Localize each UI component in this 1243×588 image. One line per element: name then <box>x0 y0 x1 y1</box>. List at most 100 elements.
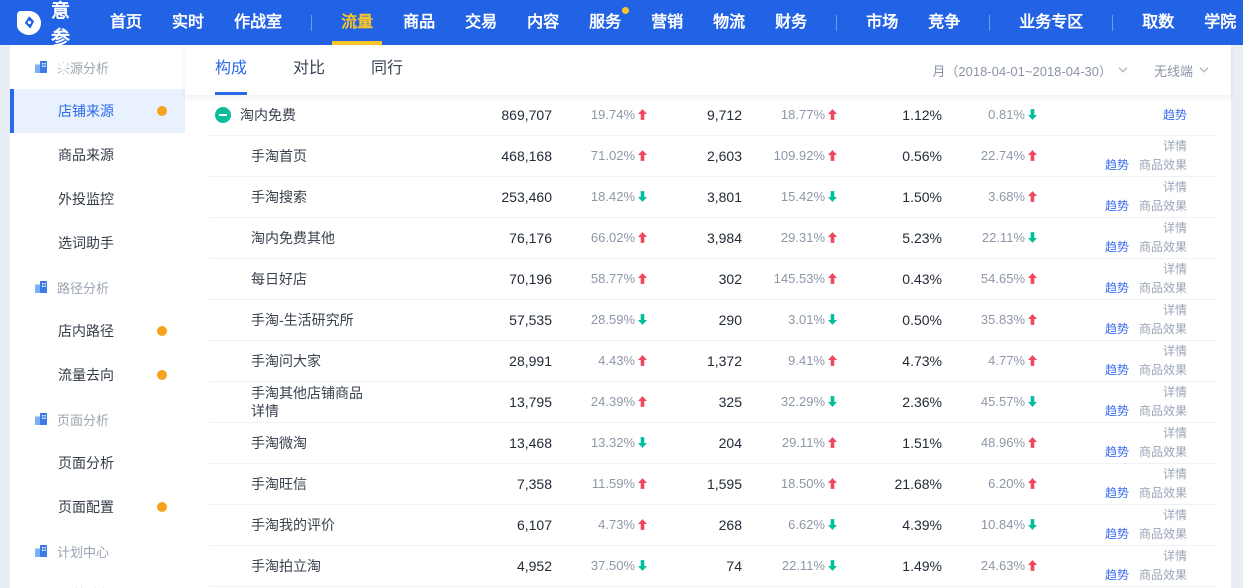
detail-link[interactable]: 详情 <box>1163 385 1187 399</box>
product_effect-link[interactable]: 商品效果 <box>1139 525 1187 544</box>
sidebar-item[interactable]: 商品来源 <box>10 133 185 177</box>
arrow-up-icon <box>828 272 837 287</box>
nav-item[interactable]: 财务 <box>775 0 807 45</box>
arrow-up-icon <box>828 149 837 164</box>
conversion-rate: 1.49% <box>837 558 942 574</box>
tab[interactable]: 构成 <box>215 45 247 95</box>
detail-link[interactable]: 详情 <box>1163 426 1187 440</box>
conversion-rate: 4.39% <box>837 517 942 533</box>
buyers-count: 3,801 <box>647 189 742 205</box>
filters: 月（2018-04-01~2018-04-30） 无线端 <box>932 61 1231 80</box>
sidebar-list: 来源分析店铺来源商品来源外投监控选词助手路径分析店内路径流量去向页面分析页面分析… <box>10 45 185 588</box>
source-name-cell: 手淘微淘 <box>215 434 437 452</box>
nav-item[interactable]: 竞争 <box>928 0 960 45</box>
arrow-up-icon <box>828 477 837 492</box>
change-value: 37.50% <box>591 558 635 573</box>
product_effect-link[interactable]: 商品效果 <box>1139 156 1187 175</box>
trend-link[interactable]: 趋势 <box>1105 361 1129 380</box>
detail-link[interactable]: 详情 <box>1163 508 1187 522</box>
actions-line-1: 详情 <box>1037 342 1187 361</box>
sidebar-item[interactable]: 页面分析 <box>10 441 185 485</box>
trend-link[interactable]: 趋势 <box>1105 525 1129 544</box>
nav-item[interactable]: 营销 <box>651 0 683 45</box>
change-value: 22.11% <box>782 558 825 573</box>
actions-line-2: 趋势商品效果 <box>1037 566 1187 585</box>
date-range-label: 月（2018-04-01~2018-04-30） <box>932 61 1112 80</box>
brand[interactable]: 生意参谋 <box>16 0 71 77</box>
trend-link[interactable]: 趋势 <box>1105 238 1129 257</box>
source-name: 每日好店 <box>251 270 307 288</box>
collapse-toggle-icon[interactable] <box>215 107 231 123</box>
product_effect-link[interactable]: 商品效果 <box>1139 320 1187 339</box>
nav-item[interactable]: 取数 <box>1142 0 1174 45</box>
sidebar-item[interactable]: 店铺来源 <box>10 89 185 133</box>
product_effect-link[interactable]: 商品效果 <box>1139 566 1187 585</box>
product_effect-link[interactable]: 商品效果 <box>1139 279 1187 298</box>
nav-item[interactable]: 业务专区 <box>1019 0 1083 45</box>
trend-link[interactable]: 趋势 <box>1105 197 1129 216</box>
terminal-selector[interactable]: 无线端 <box>1154 61 1209 80</box>
arrow-up-icon <box>1028 313 1037 328</box>
nav-item[interactable]: 物流 <box>713 0 745 45</box>
nav-item[interactable]: 服务 <box>589 0 621 45</box>
date-range-selector[interactable]: 月（2018-04-01~2018-04-30） <box>932 61 1128 80</box>
actions-line-2: 趋势商品效果 <box>1037 238 1187 257</box>
detail-link[interactable]: 详情 <box>1163 262 1187 276</box>
sidebar-item-label: 页面配置 <box>58 499 114 515</box>
nav-item-label: 物流 <box>713 14 745 31</box>
detail-link[interactable]: 详情 <box>1163 303 1187 317</box>
detail-link[interactable]: 详情 <box>1163 467 1187 481</box>
sidebar-item[interactable]: 外投监控 <box>10 177 185 221</box>
change-percent: 32.29% <box>742 394 837 410</box>
source-name: 手淘-生活研究所 <box>251 311 354 329</box>
trend-link[interactable]: 趋势 <box>1105 279 1129 298</box>
source-name: 手淘拍立淘 <box>251 557 321 575</box>
nav-item[interactable]: 实时 <box>172 0 204 45</box>
change-percent: 22.74% <box>942 148 1037 164</box>
conversion-rate: 4.73% <box>837 353 942 369</box>
trend-link[interactable]: 趋势 <box>1163 108 1187 122</box>
nav-item[interactable]: 学院 <box>1204 0 1236 45</box>
product_effect-link[interactable]: 商品效果 <box>1139 443 1187 462</box>
actions-line-1: 详情 <box>1037 547 1187 566</box>
sidebar-item[interactable]: 页面配置 <box>10 485 185 529</box>
detail-link[interactable]: 详情 <box>1163 221 1187 235</box>
trend-link[interactable]: 趋势 <box>1105 484 1129 503</box>
product_effect-link[interactable]: 商品效果 <box>1139 484 1187 503</box>
tab[interactable]: 同行 <box>371 45 403 95</box>
detail-link[interactable]: 详情 <box>1163 549 1187 563</box>
detail-link[interactable]: 详情 <box>1163 344 1187 358</box>
nav-item[interactable]: 交易 <box>465 0 497 45</box>
nav-item[interactable]: 商品 <box>403 0 435 45</box>
detail-link[interactable]: 详情 <box>1163 139 1187 153</box>
nav-item[interactable]: 首页 <box>110 0 142 45</box>
product_effect-link[interactable]: 商品效果 <box>1139 361 1187 380</box>
sidebar-item[interactable]: 选词助手 <box>10 221 185 265</box>
table-row: 手淘问大家28,9914.43%1,3729.41%4.73%4.77%详情趋势… <box>209 341 1217 382</box>
sidebar-item[interactable]: 流量去向 <box>10 353 185 397</box>
arrow-up-icon <box>638 518 647 533</box>
change-value: 4.77% <box>988 353 1025 368</box>
product_effect-link[interactable]: 商品效果 <box>1139 197 1187 216</box>
nav-item[interactable]: 作战室 <box>234 0 282 45</box>
sidebar-item[interactable]: 运营计划 <box>10 573 185 588</box>
detail-link[interactable]: 详情 <box>1163 180 1187 194</box>
nav-item[interactable]: 流量 <box>341 0 373 45</box>
tab[interactable]: 对比 <box>293 45 325 95</box>
trend-link[interactable]: 趋势 <box>1105 402 1129 421</box>
sidebar-item[interactable]: 店内路径 <box>10 309 185 353</box>
actions-cell: 详情趋势商品效果 <box>1037 301 1187 339</box>
trend-link[interactable]: 趋势 <box>1105 566 1129 585</box>
visitors-count: 28,991 <box>437 353 552 369</box>
product_effect-link[interactable]: 商品效果 <box>1139 402 1187 421</box>
trend-link[interactable]: 趋势 <box>1105 320 1129 339</box>
trend-link[interactable]: 趋势 <box>1105 156 1129 175</box>
nav-item[interactable]: 内容 <box>527 0 559 45</box>
arrow-down-icon <box>638 436 647 451</box>
product_effect-link[interactable]: 商品效果 <box>1139 238 1187 257</box>
change-percent: 37.50% <box>552 558 647 574</box>
nav-item[interactable]: 市场 <box>866 0 898 45</box>
sidebar-item-label: 页面分析 <box>58 455 114 471</box>
trend-link[interactable]: 趋势 <box>1105 443 1129 462</box>
change-value: 32.29% <box>781 394 825 409</box>
